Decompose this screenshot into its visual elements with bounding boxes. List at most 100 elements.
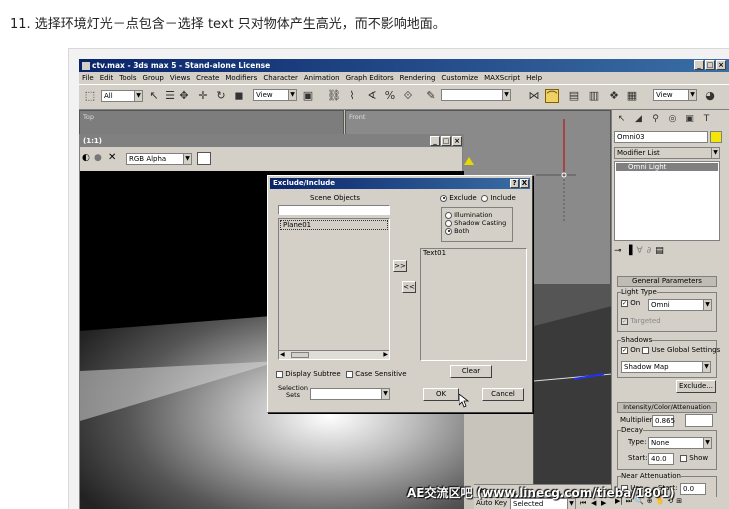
clear-icon[interactable]: ✕ [108,152,116,163]
red-channel-icon[interactable]: ◐ [82,153,90,163]
clear-button[interactable]: Clear [450,365,492,378]
menu-help[interactable]: Help [526,72,542,84]
close-button[interactable]: × [716,60,726,70]
render-scene-icon[interactable]: ▦ [625,89,639,103]
menu-graph-editors[interactable]: Graph Editors [346,72,394,84]
modifier-list-dropdown[interactable]: Modifier List ▼ [614,147,720,159]
shadows-on-checkbox[interactable]: ✓ [621,346,628,354]
render-minimize-button[interactable]: _ [430,136,440,146]
include-list[interactable]: Text01 [420,248,527,361]
general-parameters-rollout[interactable]: General Parameters [617,276,717,287]
dialog-close-button[interactable]: X [520,179,529,188]
display-subtree-checkbox[interactable] [276,370,283,378]
select-rotate-icon[interactable]: ↻ [214,89,228,103]
menu-character[interactable]: Character [263,72,298,84]
modifier-stack[interactable]: Omni Light [614,161,720,241]
channel-dropdown[interactable]: RGB Alpha ▼ [126,153,192,165]
pin-stack-icon[interactable]: ⊸ [614,246,622,260]
scene-object-item[interactable]: Plane01 [280,220,388,230]
light-type-dropdown[interactable]: Omni ▼ [648,299,712,311]
remove-from-list-button[interactable]: << [402,281,416,293]
stack-item-omni-light[interactable]: Omni Light [616,163,718,171]
select-move-icon[interactable]: ✥ [177,89,191,103]
select-object-icon[interactable]: ↖ [147,89,161,103]
shadow-type-dropdown[interactable]: Shadow Map ▼ [621,361,711,373]
layer-manager-icon[interactable]: ▤ [567,89,581,103]
menu-group[interactable]: Group [143,72,164,84]
exclude-button[interactable]: Exclude... [676,380,716,393]
illumination-radio[interactable] [445,211,452,219]
menu-customize[interactable]: Customize [441,72,478,84]
show-end-result-icon[interactable]: ▐ [626,246,633,260]
curve-editor-icon[interactable]: ▥ [587,89,601,103]
light-on-checkbox[interactable]: ✓ [621,299,628,307]
make-unique-icon[interactable]: ∀ [636,246,642,260]
quick-render-icon[interactable]: ◕ [703,89,717,103]
object-name-field[interactable]: Omni03 [614,131,708,143]
targeted-checkbox[interactable]: ✓ [621,317,628,325]
named-selection-dropdown[interactable]: ▼ [441,89,511,101]
decay-type-dropdown[interactable]: None ▼ [648,437,712,449]
selection-sets-dropdown[interactable]: ▼ [310,388,390,400]
scene-list-scrollbar[interactable]: ◀ ▶ [279,350,389,359]
shadow-casting-radio[interactable] [445,219,452,227]
case-sensitive-checkbox[interactable] [346,370,353,378]
configure-sets-icon[interactable]: ▤ [655,246,664,260]
render-maximize-button[interactable]: □ [441,136,451,146]
add-to-list-button[interactable]: >> [393,260,407,272]
viewport-perspective[interactable] [533,285,612,498]
multiplier-spinner[interactable]: 0.865 [652,415,675,427]
menu-maxscript[interactable]: MAXScript [484,72,520,84]
render-close-button[interactable]: × [452,136,462,146]
select-region-icon[interactable]: ⬚ [83,89,97,103]
ref-coord-dropdown[interactable]: View ▼ [253,89,297,101]
pivot-icon[interactable]: ▣ [301,89,315,103]
select-scale-icon[interactable]: ◼ [232,89,246,103]
named-selection-icon[interactable]: ✎ [424,89,438,103]
color-swatch[interactable] [197,152,211,165]
select-by-name-icon[interactable]: ☰ [163,89,177,103]
select-link-icon[interactable]: ⛓ [327,89,341,103]
hierarchy-tab-icon[interactable]: ⚲ [648,112,663,126]
decay-start-spinner[interactable]: 40.0 [648,453,674,465]
snap-icon[interactable]: ∢ [365,89,379,103]
create-tab-icon[interactable]: ↖ [614,112,629,126]
menu-tools[interactable]: Tools [119,72,136,84]
remove-modifier-icon[interactable]: ∂ [647,246,652,260]
minimize-button[interactable]: _ [694,60,704,70]
scroll-right-icon[interactable]: ▶ [383,351,388,358]
scroll-left-icon[interactable]: ◀ [280,351,285,358]
near-start-spinner[interactable]: 0.0 [680,483,706,495]
dialog-help-button[interactable]: ? [510,179,519,188]
cancel-button[interactable]: Cancel [482,388,524,401]
include-list-item[interactable]: Text01 [421,249,526,257]
menu-modifiers[interactable]: Modifiers [225,72,257,84]
maximize-button[interactable]: □ [705,60,715,70]
unlink-icon[interactable]: ⌇ [345,89,359,103]
menu-file[interactable]: File [82,72,94,84]
select-move-icon-2[interactable]: ✛ [196,89,210,103]
motion-tab-icon[interactable]: ◎ [665,112,680,126]
object-color-swatch[interactable] [710,131,722,143]
include-radio[interactable] [481,194,489,202]
spinner-snap-icon[interactable]: ⟐ [401,89,415,103]
scroll-thumb[interactable] [291,352,309,358]
menu-animation[interactable]: Animation [304,72,340,84]
modify-tab-icon[interactable]: ◢ [631,112,646,126]
menu-edit[interactable]: Edit [100,72,114,84]
decay-show-checkbox[interactable] [680,454,687,462]
intensity-rollout[interactable]: Intensity/Color/Attenuation [617,402,717,413]
angle-snap-icon[interactable]: % [383,89,397,103]
selection-filter-dropdown[interactable]: All ▼ [101,90,143,102]
display-tab-icon[interactable]: ▣ [682,112,697,126]
scene-objects-list[interactable]: Plane01 ◀ ▶ [278,218,390,360]
align-icon[interactable]: ⌒ [545,89,559,103]
exclude-radio[interactable] [440,194,447,202]
utilities-tab-icon[interactable]: T [699,112,714,126]
light-color-swatch[interactable] [685,414,713,427]
ok-button[interactable]: OK [423,388,459,401]
both-radio[interactable] [445,227,452,235]
menu-rendering[interactable]: Rendering [400,72,436,84]
scene-objects-filter-input[interactable] [278,205,390,215]
menu-create[interactable]: Create [196,72,219,84]
